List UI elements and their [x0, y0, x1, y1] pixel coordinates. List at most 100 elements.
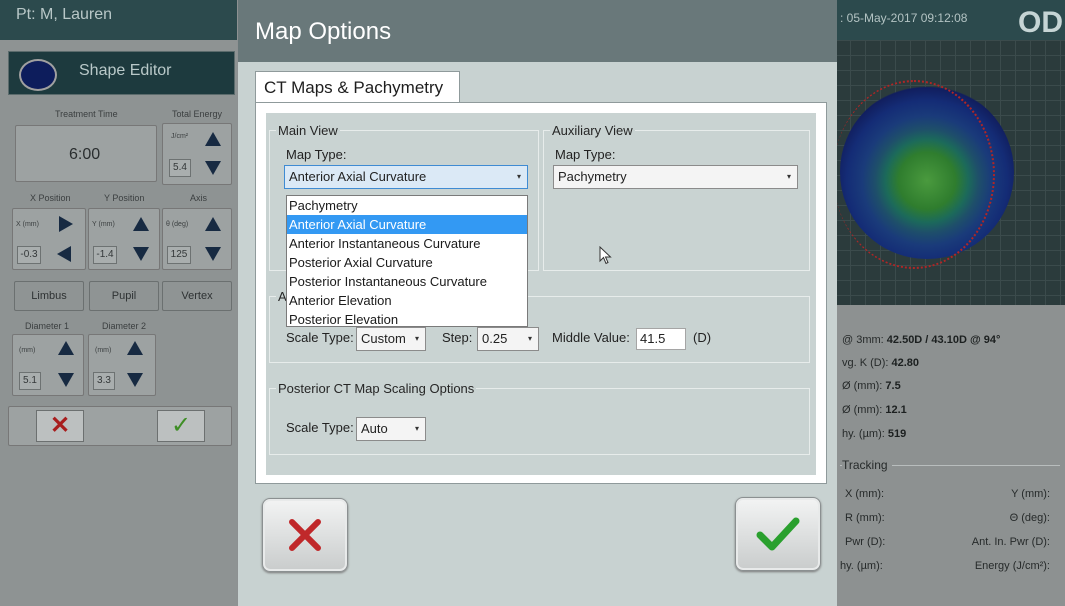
ok-button[interactable]: [735, 497, 821, 571]
pupil-diameter: Ø (mm): 7.5: [842, 380, 901, 392]
diameter2-label: Diameter 2: [102, 321, 147, 331]
dropdown-option[interactable]: Posterior Axial Curvature: [287, 253, 527, 272]
x-right-icon[interactable]: [59, 216, 73, 232]
x-value: -0.3: [17, 246, 41, 264]
diameter1-label: Diameter 1: [25, 321, 70, 331]
hvid-value: 12.1: [885, 404, 907, 416]
axis-down-icon[interactable]: [205, 247, 221, 261]
checkmark-icon: [756, 517, 800, 551]
aux-map-type-select[interactable]: Pachymetry ▾: [553, 165, 798, 189]
axis-box: θ (deg) 125: [162, 208, 232, 270]
step-value: 0.25: [482, 331, 508, 346]
x-position-label: X Position: [30, 193, 71, 203]
tracking-r: R (mm):: [845, 512, 885, 524]
k-value: 42.50D / 43.10D @ 94°: [886, 334, 1001, 346]
dialog-title-bar: Map Options: [238, 0, 837, 62]
tracking-title: Tracking: [842, 458, 892, 472]
dropdown-option[interactable]: Posterior Elevation: [287, 310, 527, 329]
d2-down-icon[interactable]: [127, 373, 143, 387]
y-up-icon[interactable]: [133, 217, 149, 231]
d2-up-icon[interactable]: [127, 341, 143, 355]
limbus-outline: [833, 80, 995, 269]
patient-bar: Pt: M, Lauren: [0, 0, 237, 40]
exam-info-panel: : 05-May-2017 09:12:08 OD @ 3mm: 42.50D …: [833, 0, 1065, 606]
x-left-icon[interactable]: [57, 246, 71, 262]
exam-date-bar: : 05-May-2017 09:12:08 OD: [835, 0, 1065, 40]
chevron-down-icon: ▾: [516, 172, 521, 181]
y-down-icon[interactable]: [133, 247, 149, 261]
tracking-energy: Energy (J/cm²):: [974, 560, 1050, 572]
k-label: @ 3mm:: [842, 334, 887, 346]
d1-unit: (mm): [19, 347, 36, 354]
total-energy-label: Total Energy: [172, 109, 223, 119]
exam-date: : 05-May-2017 09:12:08: [840, 11, 968, 25]
map-type-dropdown-list[interactable]: Pachymetry Anterior Axial Curvature Ante…: [286, 195, 528, 327]
d2-unit: (mm): [95, 347, 112, 354]
shape-editor-header[interactable]: Shape Editor: [8, 51, 235, 95]
y-position-box: Y (mm) -1.4: [88, 208, 160, 270]
energy-up-icon[interactable]: [205, 132, 221, 146]
middle-value-unit: (D): [693, 330, 712, 345]
eye-label: OD: [1018, 6, 1063, 39]
main-view-legend: Main View: [278, 123, 338, 138]
shape-ok-button[interactable]: ✓: [157, 410, 205, 442]
y-position-label: Y Position: [104, 193, 145, 203]
dropdown-option[interactable]: Pachymetry: [287, 196, 527, 215]
tracking-group: Tracking X (mm): R (mm): Pwr (D): hy. (µ…: [840, 458, 1060, 601]
dialog-title: Map Options: [255, 18, 392, 45]
d1-down-icon[interactable]: [58, 373, 74, 387]
d1-up-icon[interactable]: [58, 341, 74, 355]
step-select[interactable]: 0.25 ▾: [477, 327, 539, 351]
cancel-x-icon: ✕: [49, 412, 71, 439]
pupil-button[interactable]: Pupil: [89, 281, 159, 311]
vertex-button[interactable]: Vertex: [162, 281, 232, 311]
chevron-down-icon: ▾: [786, 172, 791, 181]
ant-scale-type-select[interactable]: Custom ▾: [356, 327, 426, 351]
topography-map[interactable]: [833, 40, 1065, 305]
aux-view-legend: Auxiliary View: [552, 123, 633, 138]
posterior-scaling-legend: Posterior CT Map Scaling Options: [278, 381, 475, 396]
tracking-pachy: hy. (µm):: [840, 560, 883, 572]
main-map-type-label: Map Type:: [286, 147, 347, 162]
post-scale-type-label: Scale Type:: [286, 420, 354, 435]
tracking-x: X (mm):: [845, 488, 885, 500]
map-options-dialog: Map Options CT Maps & Pachymetry Main Vi…: [238, 0, 837, 606]
d2-value: 3.3: [93, 372, 115, 390]
shape-editor-panel: Pt: M, Lauren Shape Editor Treatment Tim…: [0, 0, 237, 606]
dropdown-option-selected[interactable]: Anterior Axial Curvature: [287, 215, 527, 234]
ant-scale-type-value: Custom: [361, 331, 406, 346]
avg-k-value: 42.80: [891, 357, 920, 369]
limbus-button[interactable]: Limbus: [14, 281, 84, 311]
aux-map-type-label: Map Type:: [555, 147, 616, 162]
avg-k: vg. K (D): 42.80: [842, 357, 919, 369]
tab-ct-maps-pachymetry[interactable]: CT Maps & Pachymetry: [255, 71, 460, 103]
treatment-time-label: Treatment Time: [55, 109, 118, 119]
mouse-cursor-icon: [599, 246, 612, 265]
y-unit: Y (mm): [92, 221, 115, 228]
k-readings: @ 3mm: 42.50D / 43.10D @ 94°: [842, 334, 1000, 346]
cancel-button[interactable]: [262, 498, 348, 572]
post-scale-type-select[interactable]: Auto ▾: [356, 417, 426, 441]
energy-box: J/cm² 5.4: [162, 123, 232, 185]
dropdown-option[interactable]: Posterior Instantaneous Curvature: [287, 272, 527, 291]
x-unit: X (mm): [16, 221, 39, 228]
posterior-scaling-group: Posterior CT Map Scaling Options: [269, 381, 810, 455]
hvid-diameter: Ø (mm): 12.1: [842, 404, 907, 416]
axis-value: 125: [167, 246, 191, 264]
y-value: -1.4: [93, 246, 117, 264]
chevron-down-icon: ▾: [527, 334, 532, 343]
axis-up-icon[interactable]: [205, 217, 221, 231]
pachymetry: hy. (µm): 519: [842, 428, 906, 440]
dropdown-option[interactable]: Anterior Instantaneous Curvature: [287, 234, 527, 253]
patient-name: Pt: M, Lauren: [16, 6, 113, 23]
treatment-time-value: 6:00: [69, 146, 101, 163]
main-map-type-select[interactable]: Anterior Axial Curvature ▾: [284, 165, 528, 189]
treatment-time-box: 6:00: [15, 125, 157, 182]
middle-value-input[interactable]: 41.5: [636, 328, 686, 350]
pupil-d-value: 7.5: [885, 380, 901, 392]
shape-cancel-button[interactable]: ✕: [36, 410, 84, 442]
energy-down-icon[interactable]: [205, 161, 221, 175]
chevron-down-icon: ▾: [414, 424, 419, 433]
close-icon: [289, 519, 321, 551]
dropdown-option[interactable]: Anterior Elevation: [287, 291, 527, 310]
